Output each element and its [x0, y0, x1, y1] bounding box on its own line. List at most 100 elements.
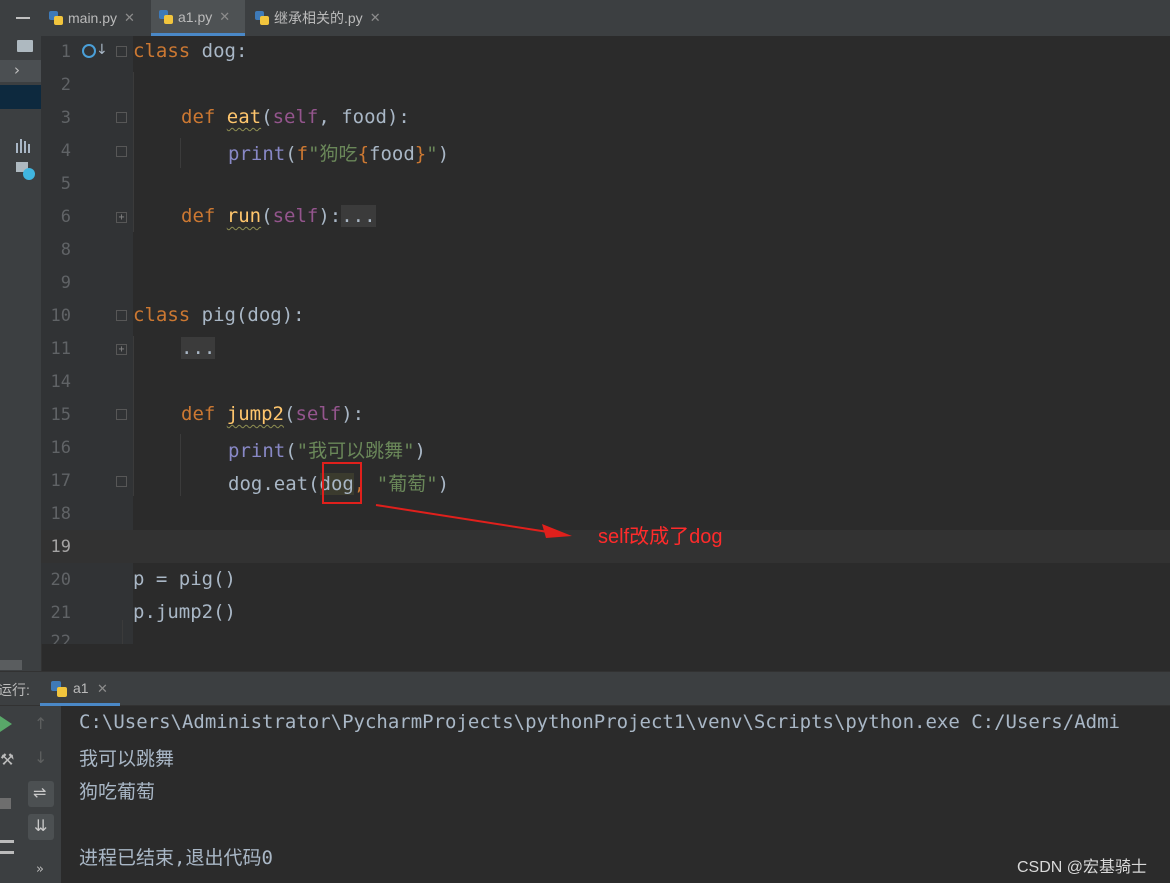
self-param: self [272, 106, 319, 128]
code-line-11: ... [181, 337, 216, 359]
line-number: 15 [50, 405, 71, 425]
line-number: 16 [50, 438, 71, 458]
code-line-15: def jump2(self): [181, 403, 364, 425]
keyword: def [181, 403, 216, 425]
code-line-3: def eat(self, food): [181, 106, 410, 128]
watermark: CSDN @宏基骑士 [1017, 859, 1148, 876]
close-icon[interactable]: ✕ [97, 681, 108, 697]
builtin: print [228, 143, 286, 165]
code-text: ): [341, 403, 365, 425]
code-line-21: p.jump2() [133, 601, 236, 623]
fold-marker[interactable] [116, 409, 127, 420]
line-number: 21 [50, 603, 71, 623]
soft-wrap-icon: ⇌ [33, 783, 47, 802]
soft-wrap-button[interactable]: ⇌ [28, 781, 54, 807]
fold-marker[interactable] [116, 310, 127, 321]
code-line-6: def run(self):... [181, 205, 376, 227]
keyword: def [181, 106, 216, 128]
run-label: 运行: [0, 682, 30, 698]
line-number: 6 [60, 207, 71, 227]
close-icon[interactable]: ✕ [370, 10, 381, 26]
tab-label: 继承相关的.py [274, 10, 363, 26]
editor-tab-bar: main.py ✕ a1.py ✕ 继承相关的.py ✕ [41, 0, 1170, 37]
tab-label: a1.py [178, 8, 213, 25]
tab-a1-py[interactable]: a1.py ✕ [151, 0, 245, 36]
line-number: 20 [50, 570, 71, 590]
layout-icon[interactable] [0, 840, 14, 854]
code-text: pig(dog): [190, 304, 305, 326]
string: " [426, 143, 438, 165]
wrench-icon[interactable]: ⚒ [0, 750, 14, 769]
line-number: 2 [60, 75, 71, 95]
fold-marker[interactable] [116, 46, 127, 57]
line-number: 9 [60, 273, 71, 293]
expand-fold-icon[interactable]: + [116, 212, 127, 223]
folder-icon [17, 40, 33, 52]
scrollbar-thumb[interactable] [0, 660, 22, 670]
arrow-up-icon[interactable]: ↑ [34, 714, 47, 733]
code-line-10: class pig(dog): [133, 304, 305, 326]
tab-inheritance-py[interactable]: 继承相关的.py ✕ [247, 0, 391, 36]
string: "狗吃 [308, 143, 358, 165]
indent-guide [133, 336, 134, 496]
python-file-icon [51, 681, 67, 697]
code-text: food [369, 143, 415, 165]
indent-guide [180, 434, 181, 496]
close-icon[interactable]: ✕ [124, 10, 135, 26]
rerun-icon[interactable] [0, 716, 12, 732]
line-number: 11 [50, 339, 71, 359]
project-tree-row[interactable]: › [0, 60, 41, 82]
fold-marker[interactable] [116, 476, 127, 487]
arrow-down-icon[interactable]: ↓ [34, 748, 47, 767]
self-param: self [295, 403, 342, 425]
folded-code-placeholder[interactable]: ... [341, 205, 376, 227]
more-icon[interactable]: » [36, 862, 44, 877]
services-icon[interactable] [16, 162, 36, 182]
code-text: , food): [318, 106, 410, 128]
line-number: 3 [60, 108, 71, 128]
python-file-icon [49, 11, 63, 25]
structure-icon[interactable] [16, 139, 34, 153]
scroll-to-end-button[interactable]: ⇊ [28, 814, 54, 840]
close-icon[interactable]: ✕ [219, 9, 230, 25]
run-left-strip: ⚒ [0, 706, 21, 883]
indent-guide [122, 620, 123, 644]
console-line-output: 我可以跳舞 [79, 748, 175, 770]
string: "葡萄" [376, 473, 438, 495]
code-text: dog.eat( [228, 473, 320, 495]
project-tree-selected-row[interactable] [0, 85, 41, 109]
fold-marker[interactable] [116, 146, 127, 157]
line-number: 18 [50, 504, 71, 524]
line-number: 10 [50, 306, 71, 326]
run-toolbar: ↑ ↓ ⇌ ⇊ » [21, 706, 62, 883]
indent-guide [180, 138, 181, 168]
run-tab-a1[interactable]: a1 ✕ [40, 672, 120, 706]
minimize-icon[interactable] [16, 17, 30, 19]
python-file-icon [255, 11, 269, 25]
line-number: 5 [60, 174, 71, 194]
tab-main-py[interactable]: main.py ✕ [41, 0, 149, 36]
code-line-1: class dog: [133, 40, 247, 62]
stop-icon[interactable] [0, 798, 11, 809]
keyword: def [181, 205, 216, 227]
fstring-brace: } [414, 143, 427, 165]
code-text: ( [285, 143, 297, 165]
chevron-right-icon: › [14, 61, 20, 79]
code-text: ( [285, 440, 297, 462]
self-param: self [272, 205, 319, 227]
run-gutter-icon[interactable] [82, 44, 96, 58]
code-text: ( [261, 106, 273, 128]
annotation-highlight-box [322, 462, 362, 504]
function-name: jump2 [226, 403, 284, 425]
folded-code-placeholder[interactable]: ... [181, 337, 216, 359]
code-text: ) [437, 473, 450, 495]
fstring-prefix: f [296, 143, 309, 165]
fold-marker[interactable] [116, 112, 127, 123]
code-text: ): [318, 205, 342, 227]
arrow-down-icon: ↓ [96, 42, 108, 58]
expand-fold-icon[interactable]: + [116, 344, 127, 355]
annotation-label: self改成了dog [598, 526, 723, 548]
code-text: ( [283, 403, 296, 425]
code-line-16: print("我可以跳舞") [228, 436, 426, 463]
